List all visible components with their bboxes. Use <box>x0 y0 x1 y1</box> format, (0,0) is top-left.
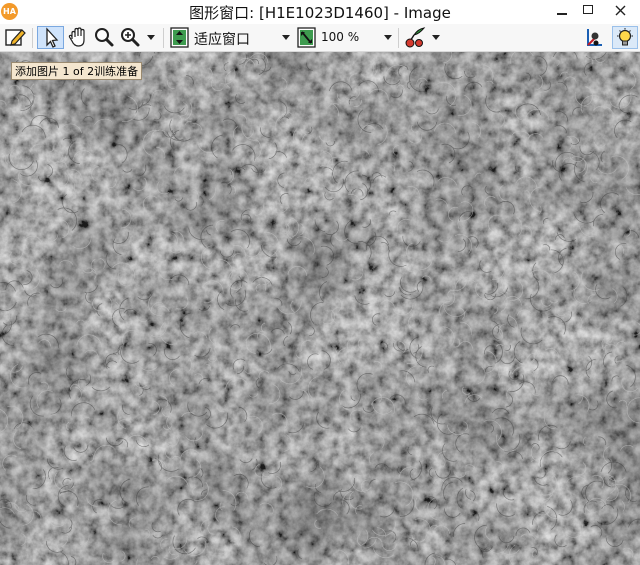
actual-size-icon <box>297 27 316 48</box>
window-title: 图形窗口: [H1E1023D1460] - Image <box>189 4 451 22</box>
toolbar-separator <box>163 28 164 48</box>
image-caption: 添加图片 1 of 2训练准备 <box>11 62 143 80</box>
zoom-in-icon <box>121 28 140 47</box>
zoom-percent-dropdown-arrow-icon[interactable] <box>384 35 392 40</box>
maximize-button[interactable] <box>574 0 602 22</box>
toolbar: 适应窗口 100 % <box>0 24 640 52</box>
magnify-tool-button[interactable] <box>92 26 116 49</box>
fit-window-icon <box>170 27 189 48</box>
toolbar-separator <box>32 28 33 48</box>
zoom-mode-dropdown-arrow-icon[interactable] <box>282 35 290 40</box>
color-dropdown-arrow-icon[interactable] <box>432 35 440 40</box>
lightbulb-icon <box>617 28 633 46</box>
cursor-arrow-icon <box>46 27 59 48</box>
pointer-tool-button[interactable] <box>37 26 64 49</box>
pan-tool-button[interactable] <box>66 26 90 49</box>
edit-tool-button[interactable] <box>4 26 28 49</box>
close-icon <box>615 5 626 16</box>
pencil-edit-icon <box>5 29 26 46</box>
magnifier-icon <box>95 28 114 47</box>
color-palette-icon <box>405 27 426 48</box>
image-viewport[interactable] <box>0 52 640 565</box>
help-button[interactable] <box>612 26 638 49</box>
close-button[interactable] <box>600 0 640 22</box>
title-bar: HA 图形窗口: [H1E1023D1460] - Image <box>0 0 640 24</box>
color-tool-button[interactable] <box>404 26 428 49</box>
graphics-settings-button[interactable] <box>582 26 606 49</box>
hand-icon <box>68 27 85 47</box>
zoom-percent-label[interactable]: 100 % <box>321 30 359 44</box>
toolbar-separator <box>398 28 399 48</box>
zoom-mode-label[interactable]: 适应窗口 <box>194 29 250 49</box>
actual-size-button[interactable] <box>295 26 319 49</box>
zoom-in-button[interactable] <box>118 26 142 49</box>
zoom-dropdown-arrow-icon[interactable] <box>147 35 155 40</box>
fiber-texture-image <box>0 52 640 565</box>
axes-settings-icon <box>587 29 602 46</box>
fit-window-button[interactable] <box>168 26 192 49</box>
minimize-button[interactable] <box>548 0 576 22</box>
